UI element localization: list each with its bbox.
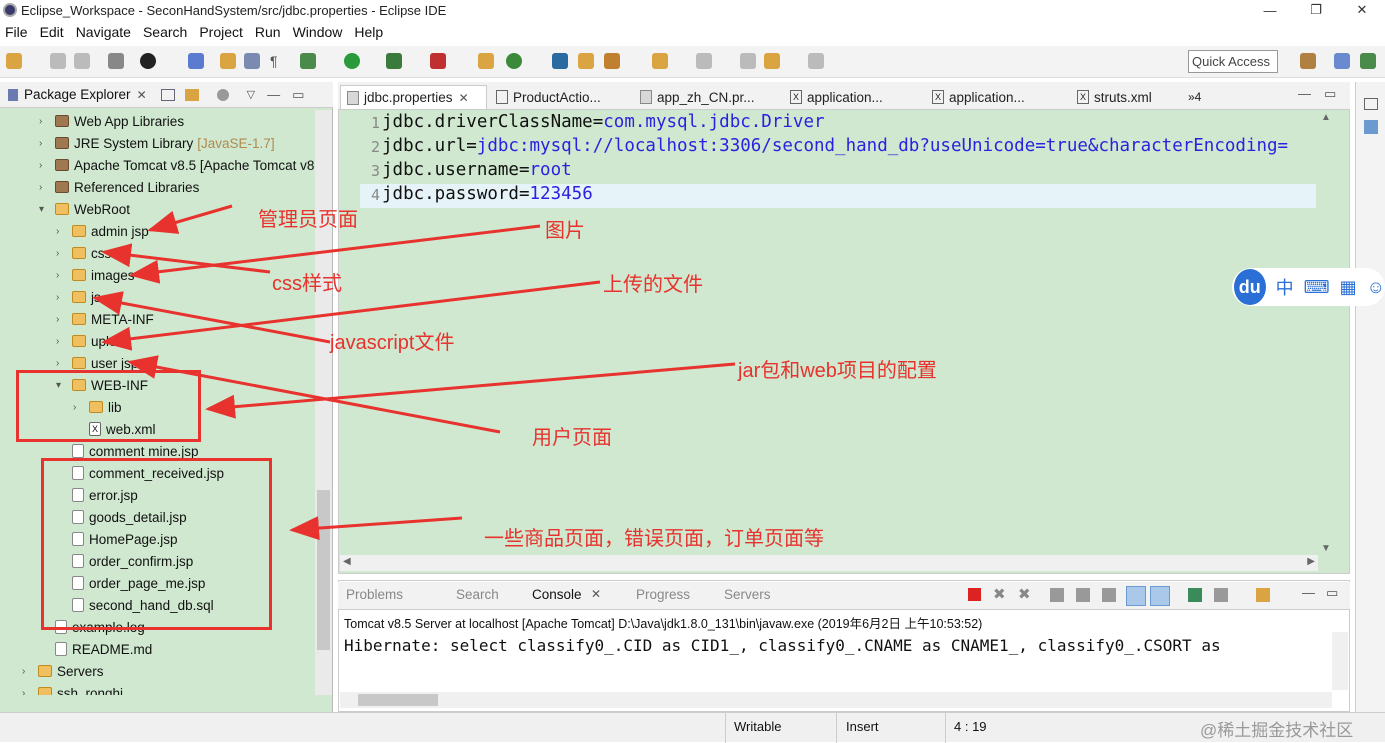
arrow-webinf [205, 362, 736, 419]
annotation-admin: 管理员页面 [258, 209, 358, 231]
annotation-arrows [92, 204, 736, 541]
arrow-user [127, 355, 501, 434]
arrow-pages [289, 516, 463, 541]
annotation-images: 图片 [545, 220, 585, 242]
annotation-css: css样式 [272, 273, 342, 295]
annotation-js: javascript文件 [330, 332, 455, 354]
annotation-upload: 上传的文件 [603, 274, 703, 296]
annotation-user: 用户页面 [532, 427, 612, 449]
arrow-admin [147, 204, 233, 234]
annotation-pages: 一些商品页面，错误页面，订单页面等 [484, 528, 824, 550]
annotation-webinf: jar包和web项目的配置 [738, 360, 937, 382]
